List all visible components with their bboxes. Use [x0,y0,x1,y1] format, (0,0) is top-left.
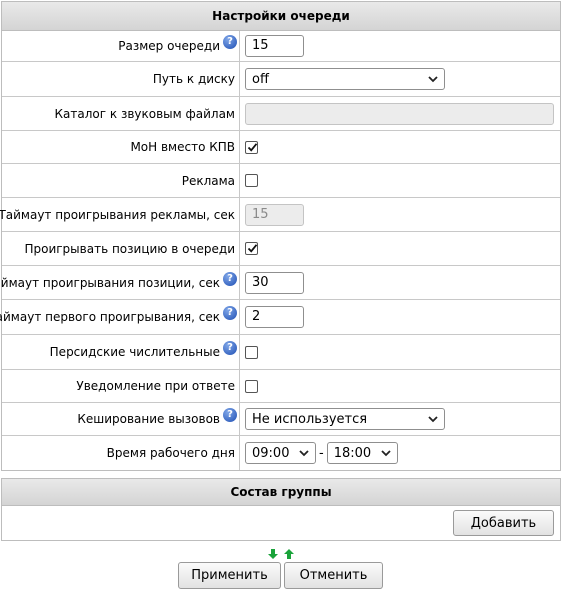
work-hours-from-value: 09:00 [252,445,290,461]
first-play-timeout-label: Таймаут первого проигрывания, сек [0,310,220,324]
row-moh: MoH вместо КПВ [2,131,560,164]
queue-settings-panel: Настройки очереди Размер очереди ? 15 Пу… [0,1,561,471]
apply-button[interactable]: Применить [178,562,281,589]
label-cell: Время рабочего дня [2,436,240,470]
label-cell: Таймаут проигрывания рекламы, сек [0,198,240,231]
queue-size-label: Размер очереди [118,39,220,53]
add-button[interactable]: Добавить [453,510,554,536]
time-separator: - [319,445,324,461]
value-cell: Не используется [240,403,560,435]
advert-timeout-input[interactable]: 15 [245,203,304,226]
label-cell: Реклама [2,164,240,197]
label-cell: Проигрывать позицию в очереди [2,232,240,265]
row-position-timeout: Таймаут проигрывания позиции, сек ? 30 [0,266,560,300]
sort-arrows [268,549,294,559]
sound-dir-label: Каталог к звуковым файлам [54,106,235,121]
row-work-hours: Время рабочего дня 09:00 - 18:00 [2,436,560,470]
row-disk-path: Путь к диску off [2,62,560,97]
value-cell [240,164,560,197]
work-hours-to-value: 18:00 [333,445,372,461]
chevron-down-icon [299,450,309,457]
checkmark-icon [247,244,258,253]
row-play-position: Проигрывать позицию в очереди [2,232,560,266]
row-advert-timeout: Таймаут проигрывания рекламы, сек 15 [0,198,560,232]
call-caching-label: Кеширование вызовов [77,412,220,426]
chevron-down-icon [381,450,391,457]
label-cell: MoH вместо КПВ [2,131,240,163]
value-cell: 15 [240,31,560,61]
queue-settings-header: Настройки очереди [2,2,560,31]
label-cell: Кеширование вызовов ? [2,403,240,435]
chevron-down-icon [428,76,438,83]
answer-notify-label: Уведомление при ответе [76,379,235,393]
disk-path-label: Путь к диску [152,72,235,86]
value-cell: 2 [240,300,560,334]
position-timeout-input[interactable]: 30 [245,271,304,294]
value-cell [240,335,560,369]
arrow-down-icon[interactable] [268,549,278,559]
group-header: Состав группы [2,479,560,506]
help-icon[interactable]: ? [223,408,237,422]
moh-checkbox[interactable] [245,140,258,154]
row-answer-notify: Уведомление при ответе [2,370,560,403]
row-persian-numerals: Персидские числительные ? [2,335,560,370]
value-cell [240,232,560,265]
disk-path-select[interactable]: off [245,68,445,90]
row-sound-dir: Каталог к звуковым файлам [2,97,560,131]
value-cell: 09:00 - 18:00 [240,436,560,470]
label-cell: Уведомление при ответе [2,370,240,402]
work-hours-to-select[interactable]: 18:00 [326,442,398,464]
chevron-down-icon [428,416,438,423]
answer-notify-checkbox[interactable] [245,379,258,393]
row-first-play-timeout: Таймаут первого проигрывания, сек ? 2 [0,300,560,335]
value-cell [240,370,560,402]
persian-numerals-checkbox[interactable] [245,345,258,359]
call-caching-select[interactable]: Не используется [245,408,445,430]
checkmark-icon [247,142,258,152]
row-queue-size: Размер очереди ? 15 [2,31,560,62]
label-cell: Персидские числительные ? [2,335,240,369]
value-cell: off [240,62,560,96]
advert-label: Реклама [181,173,235,188]
position-timeout-label: Таймаут проигрывания позиции, сек [0,275,220,290]
group-panel: Состав группы Добавить [1,478,561,541]
sound-dir-input[interactable] [245,102,554,125]
advert-timeout-label: Таймаут проигрывания рекламы, сек [0,207,235,222]
cancel-button[interactable]: Отменить [284,562,383,589]
label-cell: Каталог к звуковым файлам [2,97,240,130]
row-call-caching: Кеширование вызовов ? Не используется [2,403,560,436]
call-caching-value: Не используется [252,411,368,427]
arrow-up-icon[interactable] [284,549,294,559]
label-cell: Размер очереди ? [2,31,240,61]
value-cell: 15 [240,198,560,231]
play-position-label: Проигрывать позицию в очереди [24,241,235,256]
queue-size-input[interactable]: 15 [245,35,304,57]
help-icon[interactable]: ? [223,341,237,355]
first-play-timeout-input[interactable]: 2 [245,306,304,328]
work-hours-label: Время рабочего дня [106,446,235,460]
label-cell: Таймаут первого проигрывания, сек ? [0,300,240,334]
disk-path-value: off [252,71,269,87]
value-cell: 30 [240,266,560,299]
moh-label: MoH вместо КПВ [130,140,235,154]
row-advert: Реклама [2,164,560,198]
play-position-checkbox[interactable] [245,242,258,255]
work-hours-from-select[interactable]: 09:00 [245,442,316,464]
label-cell: Путь к диску [2,62,240,96]
help-icon[interactable]: ? [223,271,237,286]
value-cell [240,131,560,163]
label-cell: Таймаут проигрывания позиции, сек ? [0,266,240,299]
advert-checkbox[interactable] [245,174,258,187]
persian-numerals-label: Персидские числительные [49,345,220,359]
value-cell [240,97,560,130]
help-icon[interactable]: ? [223,35,237,49]
help-icon[interactable]: ? [223,306,237,320]
